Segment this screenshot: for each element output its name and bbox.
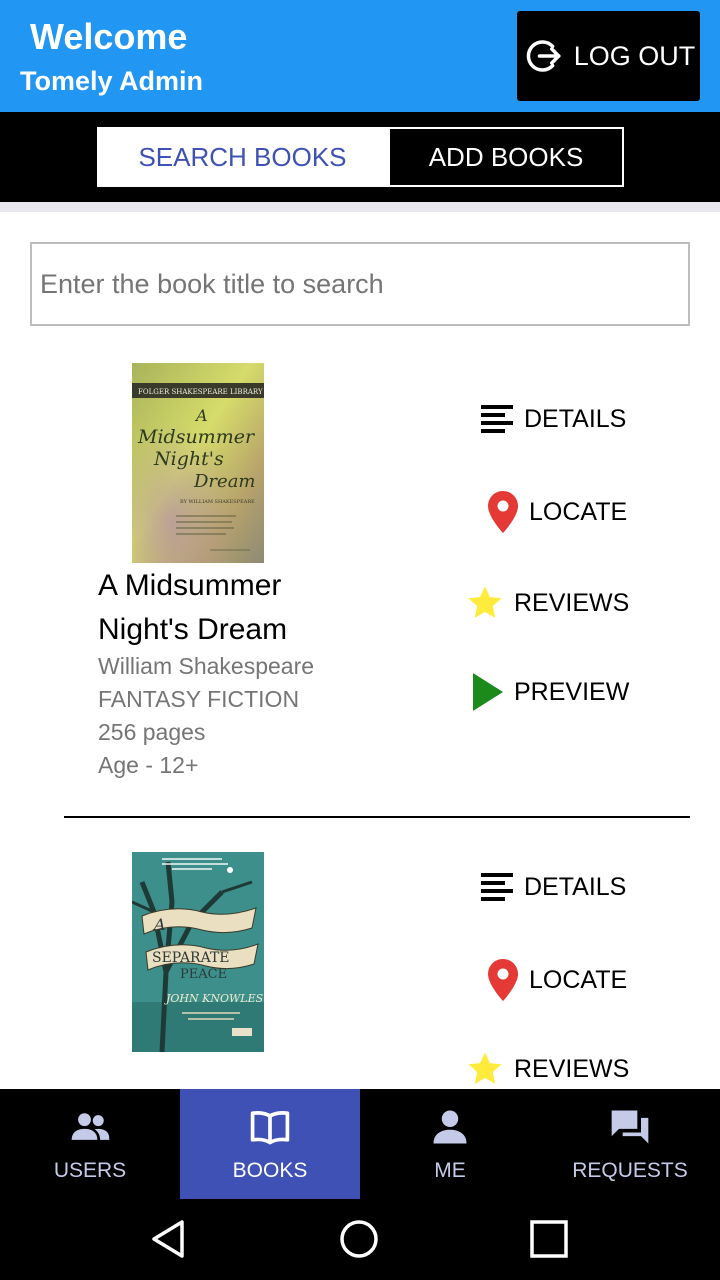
locate-button[interactable]: LOCATE <box>487 958 627 1002</box>
logout-icon <box>526 40 561 72</box>
preview-button[interactable]: PREVIEW <box>472 672 629 712</box>
details-icon <box>481 405 513 433</box>
svg-text:SEPARATE: SEPARATE <box>152 950 230 966</box>
system-nav-bar <box>0 1199 720 1280</box>
details-button[interactable]: DETAILS <box>480 870 626 904</box>
app-header: Welcome Tomely Admin LOG OUT <box>0 0 720 112</box>
book-list[interactable]: FOLGER SHAKESPEARE LIBRARY A Midsummer N… <box>0 340 720 1089</box>
svg-text:FOLGER SHAKESPEARE LIBRARY: FOLGER SHAKESPEARE LIBRARY <box>138 388 263 396</box>
nav-books[interactable]: BOOKS <box>180 1089 360 1199</box>
list-item: A SEPARATE PEACE JOHN KNOWLES DETAILS LO… <box>0 818 720 1089</box>
home-icon[interactable] <box>337 1217 381 1261</box>
chat-icon <box>611 1110 649 1144</box>
nav-requests[interactable]: REQUESTS <box>540 1089 720 1199</box>
book-author: William Shakespeare <box>98 653 315 679</box>
svg-text:BY WILLIAM SHAKESPEARE: BY WILLIAM SHAKESPEARE <box>180 499 255 505</box>
svg-text:PEACE: PEACE <box>180 967 227 982</box>
book-title: A Midsummer Night's Dream <box>98 569 288 646</box>
svg-text:JOHN KNOWLES: JOHN KNOWLES <box>164 992 264 1005</box>
locate-button[interactable]: LOCATE <box>487 490 627 534</box>
search-input[interactable] <box>30 242 690 326</box>
user-name: Tomely Admin <box>20 66 204 96</box>
map-pin-icon <box>488 491 518 533</box>
play-icon <box>473 673 503 711</box>
recents-icon[interactable] <box>527 1217 571 1261</box>
logout-button[interactable]: LOG OUT <box>517 11 700 101</box>
svg-text:Midsummer: Midsummer <box>137 426 256 448</box>
back-icon[interactable] <box>148 1217 192 1261</box>
svg-text:A: A <box>152 915 166 934</box>
tab-search-books[interactable]: SEARCH BOOKS <box>97 127 388 187</box>
svg-text:Night's: Night's <box>153 448 224 470</box>
reviews-button[interactable]: REVIEWS <box>466 1050 629 1088</box>
svg-text:A: A <box>194 406 208 425</box>
star-icon <box>468 1052 502 1085</box>
map-pin-icon <box>488 959 518 1001</box>
nav-users[interactable]: USERS <box>0 1089 180 1199</box>
svg-text:Dream: Dream <box>193 471 256 492</box>
book-cover[interactable]: A SEPARATE PEACE JOHN KNOWLES <box>132 852 264 1052</box>
book-open-icon <box>250 1111 290 1145</box>
star-icon <box>468 586 502 619</box>
person-icon <box>433 1110 467 1144</box>
tabs-bar: SEARCH BOOKS ADD BOOKS <box>0 112 720 202</box>
logout-label: LOG OUT <box>573 40 696 71</box>
details-icon <box>481 873 513 901</box>
nav-me[interactable]: ME <box>360 1089 540 1199</box>
divider <box>0 202 720 212</box>
book-age: Age - 12+ <box>98 752 199 778</box>
reviews-button[interactable]: REVIEWS <box>466 584 629 622</box>
users-icon <box>71 1113 110 1140</box>
bottom-nav: USERS BOOKS ME REQUESTS <box>0 1089 720 1199</box>
book-genre: FANTASY FICTION <box>98 686 300 712</box>
details-button[interactable]: DETAILS <box>480 402 626 436</box>
book-cover[interactable]: FOLGER SHAKESPEARE LIBRARY A Midsummer N… <box>132 363 264 563</box>
welcome-title: Welcome <box>30 16 188 57</box>
book-pages: 256 pages <box>98 719 206 745</box>
tab-add-books[interactable]: ADD BOOKS <box>388 127 624 187</box>
list-item: FOLGER SHAKESPEARE LIBRARY A Midsummer N… <box>0 340 720 817</box>
